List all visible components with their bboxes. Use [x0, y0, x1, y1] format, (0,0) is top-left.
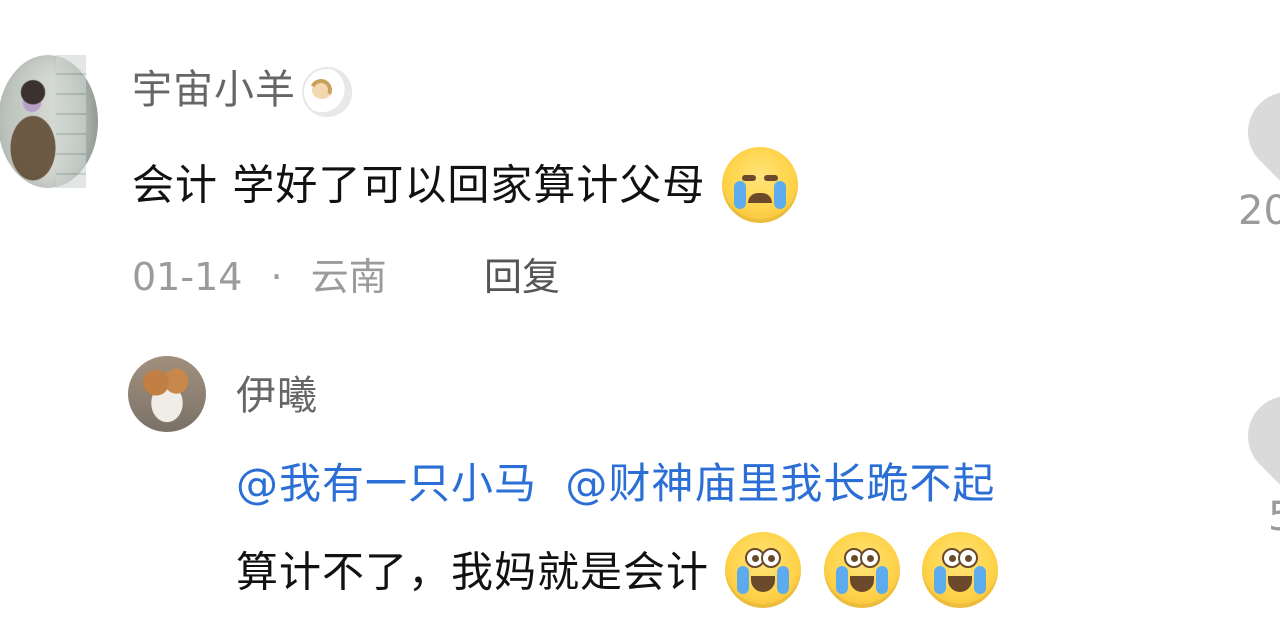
comment-username[interactable]: 宇宙小羊 [132, 67, 352, 117]
reply-text: 算计不了，我妈就是会计 [236, 532, 999, 608]
like-heart-icon[interactable] [1231, 75, 1280, 189]
hopeful-crying-face-icon [823, 532, 900, 608]
avatar[interactable] [0, 55, 98, 188]
like-count: 5 [1268, 494, 1280, 540]
mention-user-2[interactable]: @财神庙里我长跪不起 [565, 459, 995, 508]
like-heart-icon[interactable] [1231, 379, 1280, 493]
hopeful-crying-face-icon [922, 532, 999, 608]
hopeful-crying-face-icon [725, 532, 802, 608]
comment-location: 云南 [310, 255, 387, 299]
comment-text: 会计 学好了可以回家算计父母 [132, 147, 798, 223]
reply-mentions: @我有一只小马 @财神庙里我长跪不起 [236, 459, 995, 509]
crying-face-icon [721, 147, 798, 223]
sheep-icon [302, 67, 352, 117]
comment-date: 01-14 [132, 255, 243, 299]
avatar[interactable] [128, 356, 206, 432]
mention-user-1[interactable]: @我有一只小马 [236, 459, 537, 508]
comment-meta: 01-14 · 云南 [132, 255, 387, 299]
meta-separator: · [270, 255, 283, 299]
like-count: 20 [1238, 188, 1280, 234]
reply-username[interactable]: 伊曦 [236, 373, 318, 419]
reply-button[interactable]: 回复 [484, 255, 560, 299]
